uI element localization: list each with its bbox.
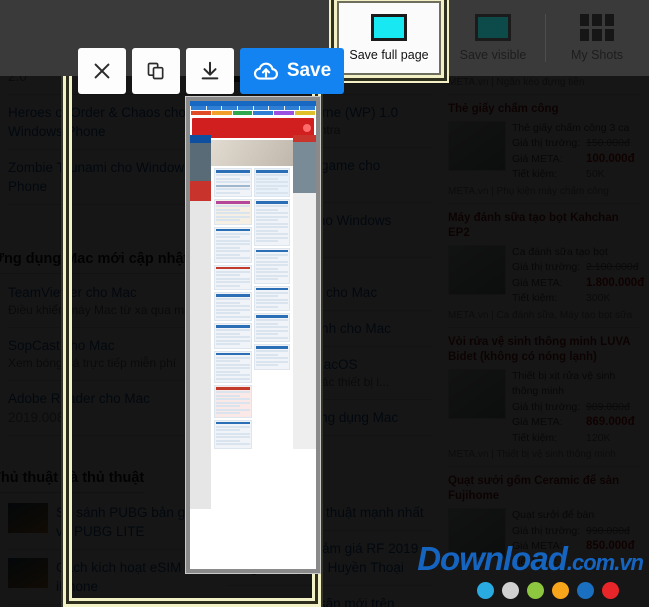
- product-source: META.vn | Ca đánh sữa, Máy tạo bọt sữa: [448, 309, 633, 321]
- market-price-value: 2.100.000đ: [586, 261, 639, 273]
- trick-thumbnail: [8, 558, 48, 588]
- product-image: [448, 368, 506, 419]
- product-caption: Ca đánh sữa tạo bọt: [512, 245, 608, 258]
- product-caption: Thẻ giấy chấm công 3 ca: [512, 121, 630, 134]
- screenshot-overlay-stage: Ứng dụng Windows Phone mới cập nhật Phot…: [0, 0, 649, 607]
- download-icon: [201, 61, 219, 80]
- product-sidebar: Tiết kiệm: 500K META.vn | Ngăn kéo đựng …: [440, 0, 649, 607]
- market-price-label: Giá thị trường:: [512, 524, 581, 537]
- meta-price-label: Giá META:: [512, 152, 563, 165]
- product-card[interactable]: Thẻ giấy chấm công Thẻ giấy chấm công 3 …: [448, 95, 641, 204]
- meta-price-value: 869.000đ: [586, 416, 635, 428]
- watermark-dots: [477, 582, 619, 599]
- product-title[interactable]: Máy đánh sữa tạo bọt Kahchan EP2: [448, 211, 641, 241]
- saving-label: Tiết kiệm:: [512, 168, 558, 180]
- save-visible-label: Save visible: [459, 48, 527, 62]
- product-title[interactable]: Quạt sưởi gốm Ceramic để sàn Fujihome: [448, 474, 641, 504]
- full-page-icon: [371, 14, 407, 41]
- copy-icon: [147, 62, 164, 80]
- meta-price-label: Giá META:: [512, 416, 563, 428]
- save-visible-button[interactable]: Save visible: [441, 0, 545, 76]
- close-icon: [94, 63, 110, 79]
- saving-label: Tiết kiệm:: [512, 431, 558, 444]
- watermark-main: Download: [417, 540, 568, 577]
- product-source: META.vn | Thiết bị vệ sinh thông minh: [448, 449, 616, 460]
- my-shots-label: My Shots: [570, 48, 624, 62]
- product-caption: Quạt sưởi để bàn: [512, 509, 595, 521]
- save-button-label: Save: [286, 60, 332, 81]
- saving-value: 300K: [586, 292, 611, 304]
- save-button[interactable]: Save: [240, 48, 344, 94]
- product-image: [448, 120, 506, 171]
- dot-4: [552, 582, 569, 599]
- visible-area-icon: [475, 14, 511, 41]
- upload-cloud-icon: [253, 62, 278, 80]
- product-title[interactable]: Vòi rửa vệ sinh thông minh LUVA Bidet (k…: [448, 335, 641, 365]
- save-full-page-label: Save full page: [349, 48, 429, 62]
- my-shots-button[interactable]: My Shots: [545, 0, 649, 76]
- market-price-value: 150.000đ: [586, 137, 630, 149]
- save-full-page-button[interactable]: Save full page: [337, 1, 441, 75]
- watermark-suffix: .com.vn: [566, 550, 644, 575]
- dot-1: [477, 582, 494, 599]
- market-price-value: 990.000đ: [586, 524, 630, 537]
- preview-page-render: [190, 101, 316, 569]
- product-card[interactable]: Máy đánh sữa tạo bọt Kahchan EP2 Ca đánh…: [448, 204, 645, 328]
- market-price-label: Giá thị trường:: [512, 400, 581, 413]
- market-price-label: Giá thị trường:: [512, 137, 581, 149]
- meta-price-label: Giá META:: [512, 276, 563, 289]
- dot-2: [502, 582, 519, 599]
- dot-5: [577, 582, 594, 599]
- screenshot-preview-thumbnail: [185, 96, 321, 574]
- download-watermark: Download.com.vn: [417, 540, 644, 577]
- saving-value: 120K: [586, 431, 611, 444]
- market-price-label: Giá thị trường:: [512, 261, 581, 273]
- trick-thumbnail: [8, 503, 48, 533]
- product-title[interactable]: Thẻ giấy chấm công: [448, 102, 641, 117]
- dot-3: [527, 582, 544, 599]
- product-source: META.vn | Ngăn kéo đựng tiền: [448, 76, 585, 88]
- market-price-value: 989.000đ: [586, 400, 630, 413]
- close-button[interactable]: [78, 48, 126, 94]
- saving-label: Tiết kiệm:: [512, 292, 558, 304]
- copy-button[interactable]: [132, 48, 180, 94]
- saving-value: 50K: [586, 168, 605, 180]
- grid-shots-icon: [580, 14, 614, 41]
- product-source: META.vn | Phụ kiện máy chấm công: [448, 185, 609, 197]
- product-caption: Thiết bị xịt rửa vệ sinh thông minh: [512, 369, 616, 398]
- product-image: [448, 244, 506, 295]
- meta-price-value: 1.800.000đ: [586, 276, 645, 289]
- screenshot-action-bar[interactable]: Save: [78, 48, 344, 94]
- dot-6: [602, 582, 619, 599]
- meta-price-value: 100.000đ: [586, 152, 635, 165]
- download-button[interactable]: [186, 48, 234, 94]
- product-card[interactable]: Vòi rửa vệ sinh thông minh LUVA Bidet (k…: [448, 328, 641, 467]
